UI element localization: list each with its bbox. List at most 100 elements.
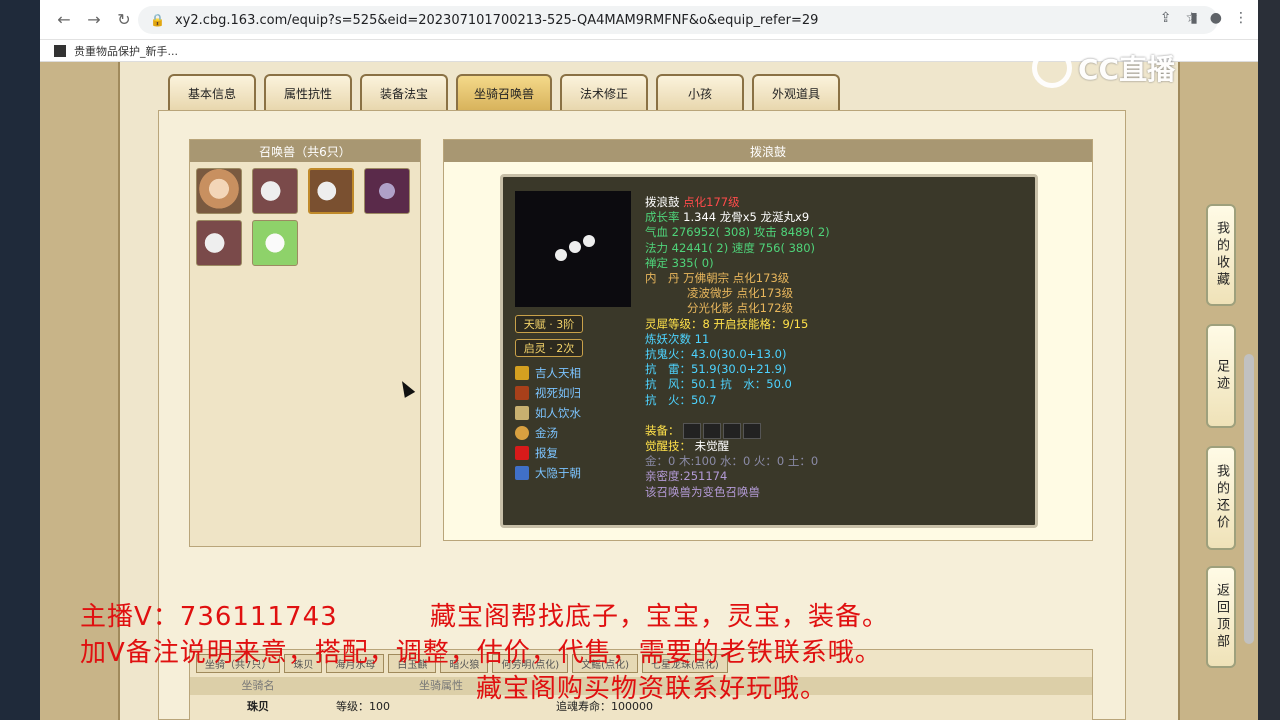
profile-icon[interactable]: ●	[1210, 10, 1222, 26]
neidan-label: 内 丹	[645, 271, 680, 286]
summon-detail-box: 天赋 · 3阶 启灵 · 2次 吉人天相 视死如归 如人饮水 金汤 报复 大隐于…	[500, 174, 1038, 528]
kang-guihuo-label: 抗鬼火：	[645, 347, 691, 362]
skill-item[interactable]: 大隐于朝	[515, 463, 581, 483]
skill-icon	[515, 406, 529, 420]
browser-toolbar: ← → ↻ 🔒 xy2.cbg.163.com/equip?s=525&eid=…	[40, 0, 1258, 40]
skill-icon	[515, 446, 529, 460]
summon-list-title: 召唤兽（共6只）	[190, 140, 420, 162]
tab-attributes[interactable]: 属性抗性	[264, 74, 352, 110]
lingxi-value: 8 开启技能格：9/15	[702, 316, 809, 331]
spd-value: 756( 380)	[758, 240, 816, 255]
equip-slot[interactable]	[723, 423, 742, 440]
forward-icon[interactable]: →	[82, 8, 106, 32]
awaken-label: 觉醒技：	[645, 439, 691, 454]
address-url: xy2.cbg.163.com/equip?s=525&eid=20230710…	[174, 12, 819, 28]
equip-slot[interactable]	[683, 423, 702, 440]
intimacy: 亲密度:251174	[645, 469, 728, 484]
hp-label: 气血	[645, 225, 668, 240]
awaken-value: 未觉醒	[694, 439, 730, 454]
mp-label: 法力	[645, 240, 668, 255]
kang-feng-label: 抗 风：	[645, 377, 691, 392]
kang-guihuo-value: 43.0(30.0+13.0)	[691, 347, 787, 362]
summon-name: 拨浪鼓	[645, 195, 680, 209]
summon-stats: 拨浪鼓 点化177级 成长率 1.344 龙骨x5 龙涎丸x9 气血 27695…	[645, 195, 830, 500]
mp-value: 42441( 2)	[671, 240, 729, 255]
zen-value: 335( 0)	[671, 255, 714, 270]
my-offers-label: 我的还价	[1214, 464, 1229, 532]
atk-value: 8489( 2)	[780, 225, 830, 240]
address-bar[interactable]: 🔒 xy2.cbg.163.com/equip?s=525&eid=202307…	[138, 6, 1218, 34]
cc-logo-text: CC直播	[1078, 53, 1176, 86]
growth-value: 1.344 龙骨x5 龙涎丸x9	[683, 210, 810, 225]
favorites-button[interactable]: 我的收藏	[1206, 204, 1236, 306]
lianyao-count: 炼妖次数 11	[645, 331, 710, 346]
summon-thumb[interactable]	[196, 168, 242, 214]
skill-item[interactable]: 金汤	[515, 423, 581, 443]
my-offers-button[interactable]: 我的还价	[1206, 446, 1236, 550]
footprint-button[interactable]: 足迹	[1206, 324, 1236, 428]
reload-icon[interactable]: ↻	[112, 8, 136, 32]
skill-item[interactable]: 报复	[515, 443, 581, 463]
streaming-logo: CC直播	[1032, 48, 1175, 88]
bookmark-icon	[54, 44, 66, 57]
summon-detail-title: 拨浪鼓	[444, 140, 1092, 162]
back-to-top-button[interactable]: 返回顶部	[1206, 566, 1236, 668]
equip-slot[interactable]	[703, 423, 722, 440]
browser-actions: ▮ ● ⋮	[1190, 10, 1248, 26]
spd-label: 速度	[731, 240, 755, 255]
variant-note: 该召唤兽为变色召唤兽	[645, 484, 760, 499]
bookmark-item[interactable]: 贵重物品保护_新手...	[74, 43, 178, 59]
summon-thumb[interactable]	[196, 220, 242, 266]
sidepanel-icon[interactable]: ▮	[1190, 10, 1198, 26]
favorites-label: 我的收藏	[1214, 221, 1229, 289]
kang-lei-label: 抗 雷：	[645, 362, 691, 377]
tab-appearance[interactable]: 外观道具	[752, 74, 841, 110]
equip-slot[interactable]	[743, 423, 762, 440]
skill-item[interactable]: 视死如归	[515, 383, 581, 403]
back-to-top-label: 返回顶部	[1214, 583, 1229, 651]
tab-equipment[interactable]: 装备法宝	[360, 74, 448, 110]
kang-huo-value: 50.7	[691, 392, 717, 407]
tab-basic-info[interactable]: 基本信息	[168, 74, 256, 110]
skill-item[interactable]: 如人饮水	[515, 403, 581, 423]
lock-icon: 🔒	[150, 13, 165, 27]
summon-portrait	[515, 191, 631, 307]
qiling-badge: 启灵 · 2次	[515, 339, 583, 357]
neidan-1: 万佛朝宗 点化173级	[683, 271, 790, 286]
summon-level: 点化177级	[683, 195, 740, 209]
summon-thumb[interactable]	[252, 220, 298, 266]
back-icon[interactable]: ←	[52, 8, 76, 32]
skill-icon	[515, 466, 529, 480]
page-scrollbar[interactable]	[1244, 354, 1254, 644]
equip-label: 装备：	[645, 423, 680, 438]
share-icon[interactable]: ⇪	[1160, 10, 1172, 26]
cc-logo-icon	[1032, 48, 1072, 88]
growth-label: 成长率	[645, 210, 680, 225]
mount-name: 珠贝	[247, 700, 269, 713]
skill-icon	[515, 426, 529, 440]
neidan-2: 凌波微步 点化173级	[687, 286, 794, 301]
kang-feng-value: 50.1 抗 水：50.0	[691, 377, 792, 392]
summon-thumb-selected[interactable]	[308, 168, 354, 214]
summon-thumb[interactable]	[252, 168, 298, 214]
summon-list-panel: 召唤兽（共6只）	[189, 139, 421, 547]
desktop-left-edge	[0, 0, 40, 720]
atk-label: 攻击	[753, 225, 777, 240]
skill-icon	[515, 366, 529, 380]
skill-item[interactable]: 吉人天相	[515, 363, 581, 383]
talent-badge: 天赋 · 3阶	[515, 315, 583, 333]
menu-icon[interactable]: ⋮	[1234, 10, 1248, 26]
overlay-service-line: 藏宝阁帮找底子，宝宝，灵宝，装备。	[430, 602, 890, 632]
overlay-contact-line: 加V备注说明来意，搭配，调整，估价，代售，需要的老铁联系哦。	[80, 638, 882, 668]
tab-mounts-summons[interactable]: 坐骑召唤兽	[456, 74, 553, 110]
main-tabs: 基本信息 属性抗性 装备法宝 坐骑召唤兽 法术修正 小孩 外观道具	[168, 74, 841, 110]
tab-spell-correction[interactable]: 法术修正	[560, 74, 649, 110]
skill-list: 吉人天相 视死如归 如人饮水 金汤 报复 大隐于朝	[515, 363, 581, 483]
summon-thumbnails	[190, 162, 422, 272]
zen-label: 禅定	[645, 255, 668, 270]
tab-child[interactable]: 小孩	[656, 74, 745, 110]
kang-lei-value: 51.9(30.0+21.9)	[691, 362, 787, 377]
col-mount-name: 坐骑名	[241, 679, 275, 692]
hp-value: 276952( 308)	[671, 225, 751, 240]
summon-thumb[interactable]	[364, 168, 410, 214]
